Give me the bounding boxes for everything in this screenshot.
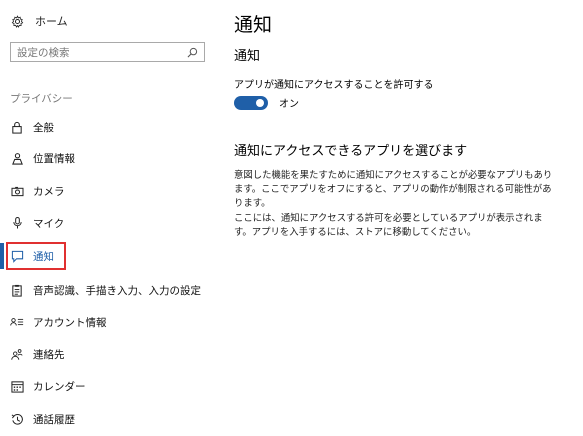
toggle-state-label: オン — [279, 99, 299, 110]
history-icon — [10, 412, 24, 426]
description-paragraph-1: 意図した機能を果たすために通知にアクセスすることが必要なアプリもあります。ここで… — [234, 170, 553, 209]
sidebar-item-account-info[interactable]: アカウント情報 — [0, 311, 220, 333]
sidebar-item-label: 通知 — [33, 250, 54, 263]
sidebar-item-label: 通話履歴 — [33, 413, 75, 426]
sidebar-item-label: 連絡先 — [33, 348, 65, 361]
microphone-icon — [10, 216, 24, 230]
sidebar-item-microphone[interactable]: マイク — [0, 212, 220, 234]
account-info-icon — [10, 315, 24, 329]
sidebar-item-label: 音声認識、手描き入力、入力の設定 — [33, 284, 201, 297]
home-label: ホーム — [35, 15, 68, 28]
notification-access-label: アプリが通知にアクセスすることを許可する — [234, 80, 434, 91]
calendar-icon — [10, 379, 24, 393]
sidebar-item-call-history[interactable]: 通話履歴 — [0, 408, 220, 430]
page-title: 通知 — [234, 14, 273, 36]
sidebar-item-calendar[interactable]: カレンダー — [0, 375, 220, 397]
toggle-knob — [256, 98, 264, 107]
sidebar-item-camera[interactable]: カメラ — [0, 180, 220, 202]
lock-icon — [10, 120, 24, 134]
sidebar-item-label: アカウント情報 — [33, 316, 107, 329]
sidebar-item-label: 全般 — [33, 121, 54, 134]
sidebar-item-label: 位置情報 — [33, 152, 75, 165]
sidebar-item-notifications[interactable]: 通知 — [0, 245, 220, 267]
sidebar-item-speech[interactable]: 音声認識、手描き入力、入力の設定 — [0, 279, 220, 301]
sidebar-item-general[interactable]: 全般 — [0, 116, 220, 138]
sidebar-item-label: マイク — [33, 217, 65, 230]
description-paragraph-2: ここには、通知にアクセスする許可を必要としているアプリが表示されます。アプリを入… — [234, 213, 543, 238]
notification-icon — [10, 249, 24, 263]
contacts-icon — [10, 347, 24, 361]
sidebar-item-label: カメラ — [33, 185, 65, 198]
privacy-section-label: プライバシー — [10, 93, 73, 105]
sidebar-item-contacts[interactable]: 連絡先 — [0, 343, 220, 365]
search-input[interactable]: 設定の検索 — [17, 45, 186, 60]
sidebar-item-label: カレンダー — [33, 380, 86, 393]
notification-access-toggle[interactable] — [234, 95, 268, 110]
notification-access-toggle-row: オン — [234, 95, 299, 110]
home-nav-item[interactable]: ホーム — [10, 11, 68, 31]
settings-sidebar: ホーム 設定の検索 プライバシー 全般 位置情報 カメラ マイク 通知 音声認識… — [0, 0, 220, 436]
section-subtitle: 通知 — [234, 49, 261, 64]
gear-icon — [10, 14, 24, 28]
choose-apps-heading: 通知にアクセスできるアプリを選びます — [234, 144, 468, 159]
location-person-icon — [10, 151, 24, 165]
sidebar-item-location[interactable]: 位置情報 — [0, 147, 220, 169]
clipboard-icon — [10, 283, 24, 297]
search-icon[interactable] — [186, 46, 198, 58]
camera-icon — [10, 184, 24, 198]
settings-search-box[interactable]: 設定の検索 — [10, 42, 205, 62]
